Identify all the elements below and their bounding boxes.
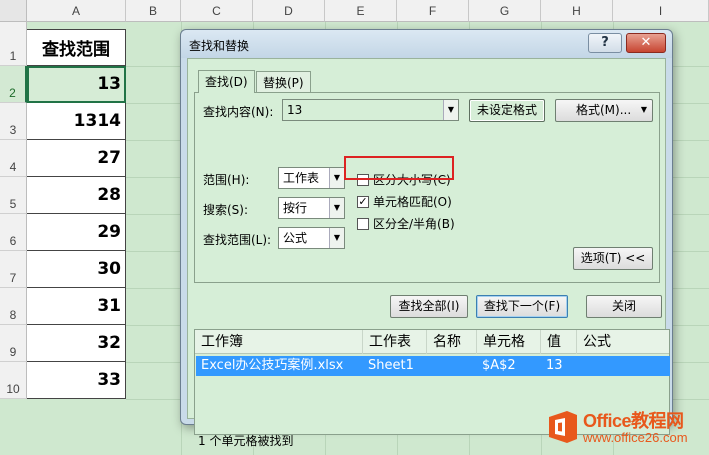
result-sheet: Sheet1 <box>368 358 414 373</box>
row-header-2[interactable]: 2 <box>0 66 27 103</box>
match-entire-label: 单元格匹配(O) <box>373 195 452 209</box>
match-byte-label: 区分全/半角(B) <box>373 217 455 231</box>
options-button[interactable]: 选项(T) << <box>573 247 653 270</box>
column-header-d[interactable]: D <box>253 0 325 22</box>
row-header-10[interactable]: 10 <box>0 362 27 399</box>
cell-a7[interactable]: 30 <box>27 251 126 288</box>
search-select[interactable]: 按行 ▼ <box>278 197 345 219</box>
find-next-button[interactable]: 查找下一个(F) <box>476 295 568 318</box>
watermark-url: www.office26.com <box>583 430 688 445</box>
row-header-3[interactable]: 3 <box>0 103 27 140</box>
results-column-sheet[interactable]: 工作表 <box>363 330 427 354</box>
results-column-name[interactable]: 名称 <box>427 330 477 354</box>
column-header-i[interactable]: I <box>613 0 709 22</box>
column-header-a[interactable]: A <box>27 0 126 22</box>
find-what-value: 13 <box>287 103 303 117</box>
annotation-highlight <box>344 156 454 180</box>
cell-a3[interactable]: 1314 <box>27 103 126 140</box>
find-replace-dialog: 查找和替换 ? ✕ 查找(D) 替换(P) 查找内容(N): 13 ▼ 未设定格… <box>180 29 673 448</box>
column-header-b[interactable]: B <box>126 0 181 22</box>
row-header-7[interactable]: 7 <box>0 251 27 288</box>
column-header-h[interactable]: H <box>541 0 613 22</box>
match-entire-option[interactable]: ✓ 单元格匹配(O) <box>357 193 452 210</box>
dialog-titlebar[interactable]: 查找和替换 ? ✕ <box>181 30 672 58</box>
lookin-label: 查找范围(L): <box>203 233 272 247</box>
help-button[interactable]: ? <box>588 33 622 53</box>
column-header-f[interactable]: F <box>397 0 469 22</box>
result-workbook: Excel办公技巧案例.xlsx <box>201 358 344 373</box>
column-header-c[interactable]: C <box>181 0 253 22</box>
cell-a5[interactable]: 28 <box>27 177 126 214</box>
format-button-label: 格式(M)... <box>576 103 632 117</box>
search-label: 搜索(S): <box>203 203 249 217</box>
close-icon[interactable]: ✕ <box>626 33 666 53</box>
cell-a4[interactable]: 27 <box>27 140 126 177</box>
tab-replace[interactable]: 替换(P) <box>256 71 311 92</box>
search-value: 按行 <box>283 201 308 215</box>
scope-label: 范围(H): <box>203 173 250 187</box>
lookin-select[interactable]: 公式 ▼ <box>278 227 345 249</box>
result-row[interactable]: Excel办公技巧案例.xlsx Sheet1 $A$2 13 <box>196 356 670 376</box>
column-header-e[interactable]: E <box>325 0 397 22</box>
scope-select[interactable]: 工作表 ▼ <box>278 167 345 189</box>
match-byte-checkbox[interactable] <box>357 217 369 230</box>
results-column-cell[interactable]: 单元格 <box>477 330 541 354</box>
cell-a9[interactable]: 32 <box>27 325 126 362</box>
office-logo-icon <box>549 411 577 443</box>
chevron-down-icon[interactable]: ▼ <box>329 198 344 218</box>
row-header-8[interactable]: 8 <box>0 288 27 325</box>
dialog-title: 查找和替换 <box>189 39 250 53</box>
result-formula <box>577 356 582 376</box>
cell-a10[interactable]: 33 <box>27 362 126 399</box>
row-header-5[interactable]: 5 <box>0 177 27 214</box>
cell-a1[interactable]: 查找范围 <box>27 29 126 66</box>
dialog-body: 查找(D) 替换(P) 查找内容(N): 13 ▼ 未设定格式 格式(M)...… <box>187 58 670 448</box>
results-header: 工作簿 工作表 名称 单元格 值 公式 <box>195 330 669 354</box>
watermark: Office教程网 www.office26.com <box>545 405 705 451</box>
select-all-corner[interactable] <box>0 0 27 22</box>
close-button[interactable]: 关闭 <box>586 295 662 318</box>
find-what-input[interactable]: 13 ▼ <box>282 99 459 121</box>
column-header-g[interactable]: G <box>469 0 541 22</box>
tab-find[interactable]: 查找(D) <box>198 70 255 93</box>
check-icon[interactable]: ✓ <box>357 195 369 208</box>
results-column-workbook[interactable]: 工作簿 <box>195 330 363 354</box>
find-all-button[interactable]: 查找全部(I) <box>390 295 468 318</box>
row-header-6[interactable]: 6 <box>0 214 27 251</box>
status-text: 1 个单元格被找到 <box>198 434 294 448</box>
results-column-value[interactable]: 值 <box>541 330 577 354</box>
scope-value: 工作表 <box>283 171 320 185</box>
format-preview: 未设定格式 <box>469 99 545 122</box>
results-column-formula[interactable]: 公式 <box>577 330 671 354</box>
cell-a2[interactable]: 13 <box>27 66 126 103</box>
chevron-down-icon[interactable]: ▼ <box>329 228 344 248</box>
lookin-value: 公式 <box>283 231 308 245</box>
chevron-down-icon[interactable]: ▼ <box>329 168 344 188</box>
match-byte-option[interactable]: 区分全/半角(B) <box>357 215 455 232</box>
result-cell: $A$2 <box>482 358 516 373</box>
result-name <box>427 356 432 376</box>
row-header-1[interactable]: 1 <box>0 22 27 66</box>
chevron-down-icon: ▼ <box>640 105 647 114</box>
cell-a8[interactable]: 31 <box>27 288 126 325</box>
row-header-4[interactable]: 4 <box>0 140 27 177</box>
chevron-down-icon[interactable]: ▼ <box>443 100 458 120</box>
find-tab-panel: 查找内容(N): 13 ▼ 未设定格式 格式(M)... ▼ 范围(H): 工作… <box>194 92 660 283</box>
cell-a6[interactable]: 29 <box>27 214 126 251</box>
format-button[interactable]: 格式(M)... ▼ <box>555 99 653 122</box>
row-header-9[interactable]: 9 <box>0 325 27 362</box>
find-what-label: 查找内容(N): <box>203 105 274 119</box>
result-value: 13 <box>546 358 563 373</box>
